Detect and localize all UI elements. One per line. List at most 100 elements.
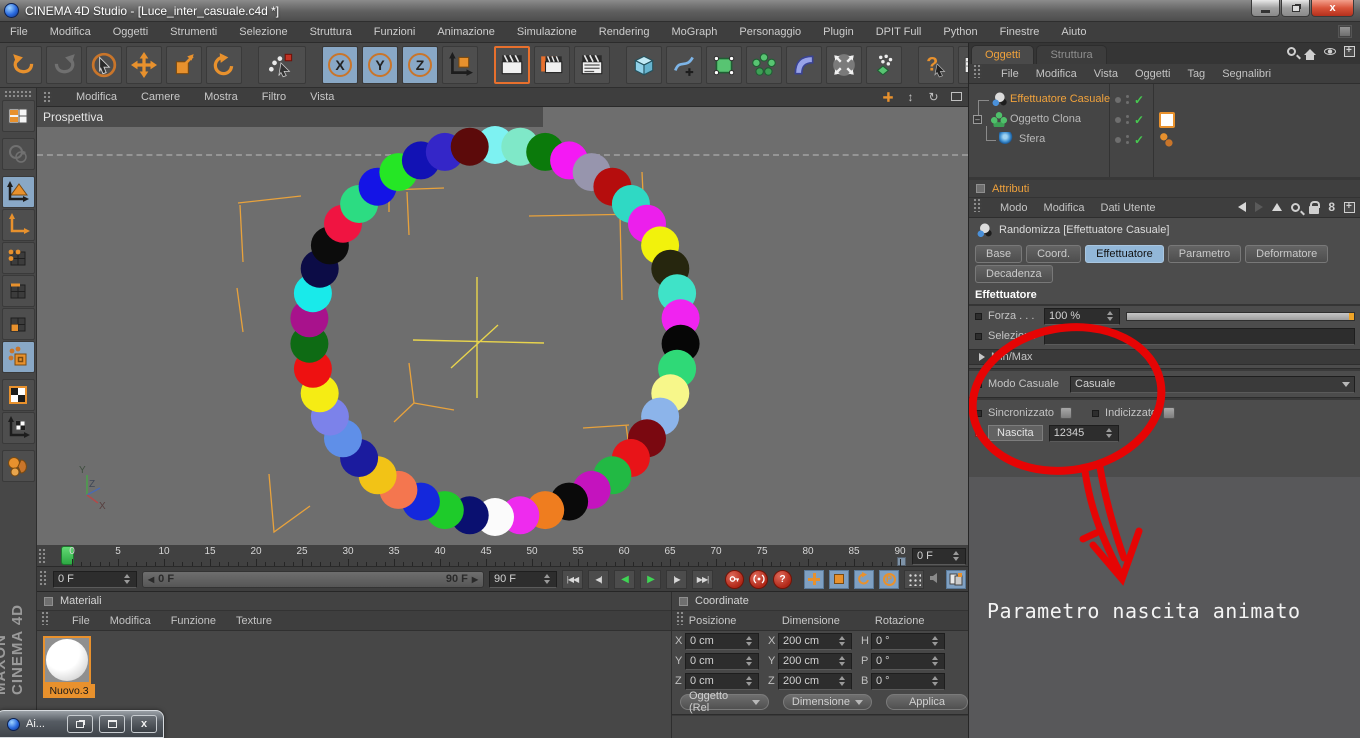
rotate-tool-button[interactable]	[206, 46, 242, 84]
keyframe-dot[interactable]	[975, 332, 982, 340]
search-icon[interactable]	[1287, 47, 1296, 56]
menu-selezione[interactable]: Selezione	[239, 26, 287, 38]
size-mode-dropdown[interactable]: Dimensione	[782, 694, 873, 710]
object-name[interactable]: Oggetto Clona	[1010, 113, 1081, 125]
add-panel-icon[interactable]	[1344, 45, 1355, 57]
attributes-header[interactable]: Attributi	[969, 180, 1360, 198]
record-position-toggle[interactable]	[804, 569, 824, 589]
position-z-field[interactable]: 0 cm	[685, 672, 759, 690]
object-axis-mode-button[interactable]	[1, 209, 35, 241]
vp-menu-filtro[interactable]: Filtro	[262, 91, 286, 103]
menu-animazione[interactable]: Animazione	[437, 26, 494, 38]
add-panel-icon[interactable]	[1344, 201, 1355, 213]
menu-funzioni[interactable]: Funzioni	[374, 26, 416, 38]
vp-menu-mostra[interactable]: Mostra	[204, 91, 238, 103]
position-y-field[interactable]: 0 cm	[685, 652, 759, 670]
rotation-h-field[interactable]: 0 °	[871, 632, 945, 650]
enabled-checkmark[interactable]: ✓	[1134, 113, 1144, 127]
minmax-group[interactable]: Min/Max	[969, 349, 1360, 365]
menu-simulazione[interactable]: Simulazione	[517, 26, 577, 38]
menu-mograph[interactable]: MoGraph	[672, 26, 718, 38]
sound-mute-icon[interactable]	[929, 572, 941, 587]
keyframe-presets-button[interactable]	[946, 569, 966, 589]
tree-item-sfera[interactable]: Sfera ✓	[969, 126, 1360, 150]
enabled-checkmark[interactable]: ✓	[1134, 93, 1144, 107]
lock-y-axis-button[interactable]: Y	[362, 46, 398, 84]
make-editable-button[interactable]	[706, 46, 742, 84]
history-back-icon[interactable]	[1238, 202, 1247, 212]
play-backwards-button[interactable]: ◀	[614, 569, 635, 589]
edges-mode-button[interactable]	[1, 275, 35, 307]
coordinates-grip[interactable]	[676, 611, 685, 625]
layout-switch-icon[interactable]	[1338, 25, 1352, 38]
menu-struttura[interactable]: Struttura	[310, 26, 352, 38]
tree-item-effettuatore-casuale[interactable]: Effettuatore Casuale ✓	[969, 90, 1360, 122]
size-z-field[interactable]: 200 cm	[778, 672, 852, 690]
texture-axis-mode-button[interactable]	[1, 412, 35, 444]
attr-tab-parametro[interactable]: Parametro	[1167, 245, 1242, 263]
menu-personaggio[interactable]: Personaggio	[739, 26, 801, 38]
forza-slider[interactable]	[1126, 311, 1355, 321]
undo-button[interactable]	[6, 46, 42, 84]
autokey-button[interactable]	[749, 569, 768, 589]
viewport-move-icon[interactable]	[880, 89, 895, 104]
attr-menu-dati-utente[interactable]: Dati Utente	[1101, 202, 1156, 214]
nascita-label[interactable]: Nascita	[988, 425, 1043, 441]
minimized-window-bar[interactable]: Ai... x	[0, 710, 164, 738]
world-coordinates-button[interactable]	[1, 138, 35, 170]
coordinate-system-button[interactable]	[442, 46, 478, 84]
history-forward-icon[interactable]	[1255, 202, 1264, 212]
close-button[interactable]: x	[1311, 0, 1354, 17]
keyframe-dot[interactable]	[975, 312, 982, 320]
add-spline-button[interactable]	[666, 46, 702, 84]
keyframe-dot[interactable]	[975, 380, 982, 388]
viewport-maximize-icon[interactable]	[949, 89, 964, 104]
frame-number-field[interactable]: 0 F	[53, 570, 137, 588]
current-frame-field[interactable]: 0 F	[912, 547, 966, 565]
attr-tab-decadenza[interactable]: Decadenza	[975, 265, 1053, 283]
attr-menu-modo[interactable]: Modo	[1000, 202, 1028, 214]
palette-grip[interactable]	[4, 90, 32, 98]
points-mode-button[interactable]	[1, 242, 35, 274]
lock-z-axis-button[interactable]: Z	[402, 46, 438, 84]
texture-button[interactable]	[1, 379, 35, 411]
previous-frame-button[interactable]: ◀|	[588, 569, 609, 589]
position-x-field[interactable]: 0 cm	[685, 632, 759, 650]
minimize-button[interactable]	[1251, 0, 1280, 17]
record-keyframe-button[interactable]	[725, 569, 744, 589]
help-button[interactable]: ?	[918, 46, 954, 84]
keyframe-selection-button[interactable]: ?	[773, 569, 792, 589]
rotation-p-field[interactable]: 0 °	[871, 652, 945, 670]
go-to-start-button[interactable]: |◀◀	[562, 569, 583, 589]
keyframe-dot[interactable]	[1092, 409, 1100, 417]
orange-dots-tag[interactable]	[1159, 132, 1175, 148]
menu-modifica[interactable]: Modifica	[50, 26, 91, 38]
indicizzato-checkbox[interactable]	[1163, 407, 1176, 419]
viewport-zoom-icon[interactable]: ↕	[903, 89, 918, 104]
record-rotation-toggle[interactable]	[854, 569, 874, 589]
keyframe-dot[interactable]	[975, 409, 982, 417]
size-y-field[interactable]: 200 cm	[778, 652, 852, 670]
animated-keyframe-dot[interactable]	[975, 429, 982, 437]
timeline-grip[interactable]	[38, 548, 47, 564]
menu-finestre[interactable]: Finestre	[1000, 26, 1040, 38]
material-thumbnail[interactable]	[43, 636, 91, 684]
object-name[interactable]: Effettuatore Casuale	[1010, 93, 1110, 105]
menu-oggetti[interactable]: Oggetti	[113, 26, 148, 38]
point-level-animation-toggle[interactable]	[904, 569, 924, 589]
size-x-field[interactable]: 200 cm	[778, 632, 852, 650]
mat-menu-modifica[interactable]: Modifica	[110, 615, 151, 627]
attr-tab-effettuatore[interactable]: Effettuatore	[1085, 245, 1164, 263]
menu-rendering[interactable]: Rendering	[599, 26, 650, 38]
materials-grip[interactable]	[41, 611, 50, 625]
double-circle-icon[interactable]: 8	[1328, 200, 1335, 214]
attr-menu-modifica[interactable]: Modifica	[1044, 202, 1085, 214]
sincronizzato-checkbox[interactable]	[1060, 407, 1073, 419]
attr-tab-base[interactable]: Base	[975, 245, 1023, 263]
render-view-button[interactable]	[494, 46, 530, 84]
go-to-end-button[interactable]: ▶▶|	[692, 569, 713, 589]
render-settings-button[interactable]	[574, 46, 610, 84]
float-maximize-button[interactable]	[99, 715, 125, 733]
forza-field[interactable]: 100 %	[1044, 307, 1120, 325]
vp-menu-camere[interactable]: Camere	[141, 91, 180, 103]
